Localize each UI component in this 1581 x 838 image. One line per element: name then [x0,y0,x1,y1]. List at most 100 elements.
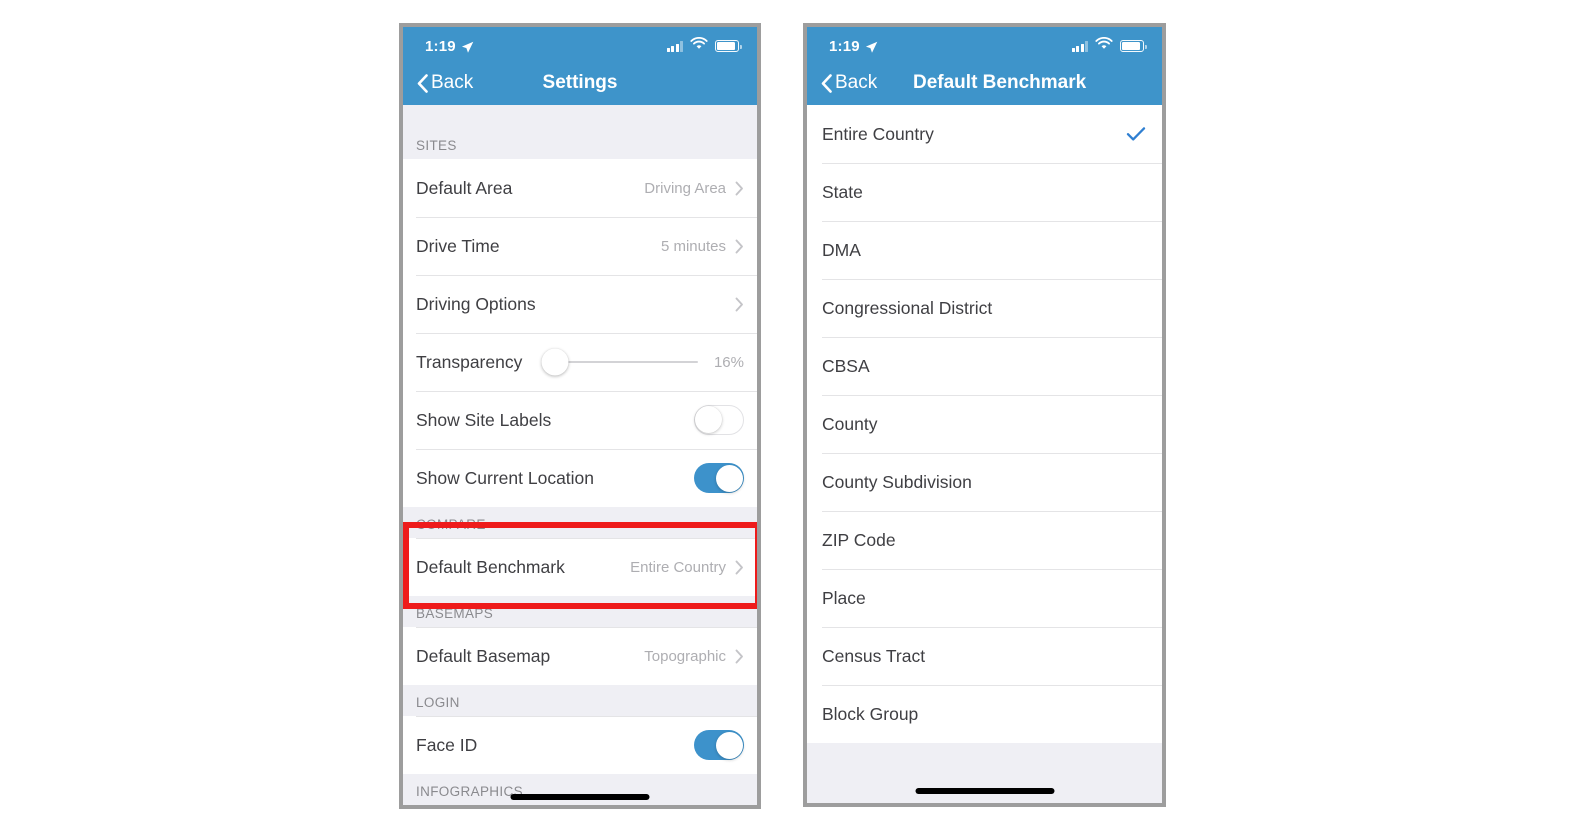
option-label: Block Group [822,703,919,724]
option-row-block-group[interactable]: Block Group [807,685,1162,743]
toggle-show-current-location[interactable] [694,463,744,493]
chevron-left-icon [417,73,428,93]
row-value: 5 minutes [660,237,726,255]
battery-icon [715,40,742,52]
benchmark-options-list: Entire Country State DMA Congressional D… [807,105,1162,743]
list-footer-spacer [807,743,1162,803]
row-label: Driving Options [416,293,536,314]
option-row-county-subdivision[interactable]: County Subdivision [807,453,1162,511]
option-row-entire-country[interactable]: Entire Country [807,105,1162,163]
row-value: Topographic [644,647,726,665]
row-accessory: Topographic [644,648,744,665]
settings-row-face-id[interactable]: Face ID [403,716,757,774]
toggle-knob [695,406,722,433]
option-row-census-tract[interactable]: Census Tract [807,627,1162,685]
nav-title-row: Back Settings [403,61,757,105]
location-arrow-icon [865,41,878,54]
option-label: ZIP Code [822,529,896,550]
section-header-basemaps: BASEMAPS [403,596,757,627]
option-row-state[interactable]: State [807,163,1162,221]
settings-list: SITES Default Area Driving Area Drive Ti… [403,128,757,805]
option-row-cbsa[interactable]: CBSA [807,337,1162,395]
option-row-zip-code[interactable]: ZIP Code [807,511,1162,569]
chevron-right-icon [735,297,744,312]
row-label: Transparency [416,351,523,372]
option-row-county[interactable]: County [807,395,1162,453]
list-top-spacer [403,105,757,128]
row-accessory [735,297,744,312]
slider-thumb[interactable] [541,348,569,376]
option-label: Place [822,587,866,608]
row-label: Show Site Labels [416,409,552,430]
status-bar-right [1071,37,1147,55]
chevron-right-icon [735,560,744,575]
back-button-label: Back [431,72,474,93]
section-header-sites: SITES [403,128,757,159]
option-label: CBSA [822,355,870,376]
row-label: Show Current Location [416,467,595,488]
settings-row-driving-options[interactable]: Driving Options [403,275,757,333]
row-label: Default Basemap [416,645,551,666]
slider-value: 16% [713,353,744,371]
back-button[interactable]: Back [821,72,877,94]
row-label: Default Benchmark [416,556,565,577]
option-row-place[interactable]: Place [807,569,1162,627]
wifi-icon [690,37,708,55]
row-accessory: 5 minutes [661,238,744,255]
row-label: Default Area [416,177,513,198]
chevron-right-icon [735,649,744,664]
section-header-infographics: INFOGRAPHICS [403,774,757,805]
settings-row-drive-time[interactable]: Drive Time 5 minutes [403,217,757,275]
default-benchmark-screen: 1:19 Back Default Benchmark Entire Count… [807,27,1162,803]
settings-row-show-current-location[interactable]: Show Current Location [403,449,757,507]
home-indicator [510,794,650,800]
status-bar-time: 1:19 [829,37,860,55]
transparency-slider[interactable]: 16% [541,345,744,379]
toggle-show-site-labels[interactable] [694,405,744,435]
settings-row-show-site-labels[interactable]: Show Site Labels [403,391,757,449]
status-bar-left: 1:19 [425,38,474,55]
toggle-face-id[interactable] [694,730,744,760]
option-label: County [822,413,878,434]
phone-screenshot-default-benchmark: 1:19 Back Default Benchmark Entire Count… [803,23,1166,807]
option-row-dma[interactable]: DMA [807,221,1162,279]
section-header-compare: COMPARE [403,507,757,538]
option-row-congressional-district[interactable]: Congressional District [807,279,1162,337]
section-header-login: LOGIN [403,685,757,716]
option-label: DMA [822,239,861,260]
row-accessory [694,463,744,493]
toggle-knob [715,731,743,759]
slider-track[interactable] [541,348,698,376]
status-bar-time: 1:19 [425,37,456,55]
nav-title-row: Back Default Benchmark [807,61,1162,105]
chevron-right-icon [735,239,744,254]
checkmark-icon [1126,126,1146,142]
cellular-signal-icon [666,40,683,52]
settings-row-default-basemap[interactable]: Default Basemap Topographic [403,627,757,685]
status-bar: 1:19 [403,27,757,61]
row-label: Drive Time [416,235,500,256]
status-bar-right [666,37,742,55]
settings-row-default-benchmark[interactable]: Default Benchmark Entire Country [403,538,757,596]
option-label: Congressional District [822,297,993,318]
back-button[interactable]: Back [417,72,473,94]
settings-screen: 1:19 Back Settings SITES Default Area Dr… [403,27,757,805]
chevron-left-icon [821,73,832,93]
option-label: State [822,181,863,202]
phone-screenshot-settings: 1:19 Back Settings SITES Default Area Dr… [399,23,761,809]
row-accessory [694,405,744,435]
option-label: Census Tract [822,645,926,666]
navigation-bar: 1:19 [403,27,757,105]
row-label: Face ID [416,734,478,755]
cellular-signal-icon [1071,40,1088,52]
back-button-label: Back [835,72,878,93]
row-accessory [694,730,744,760]
page-title: Default Benchmark [913,72,1087,93]
status-bar-left: 1:19 [829,38,878,55]
option-label: County Subdivision [822,471,972,492]
battery-icon [1120,40,1147,52]
row-accessory: Driving Area [644,180,744,197]
settings-row-transparency[interactable]: Transparency 16% [403,333,757,391]
row-value: Driving Area [644,179,726,197]
settings-row-default-area[interactable]: Default Area Driving Area [403,159,757,217]
